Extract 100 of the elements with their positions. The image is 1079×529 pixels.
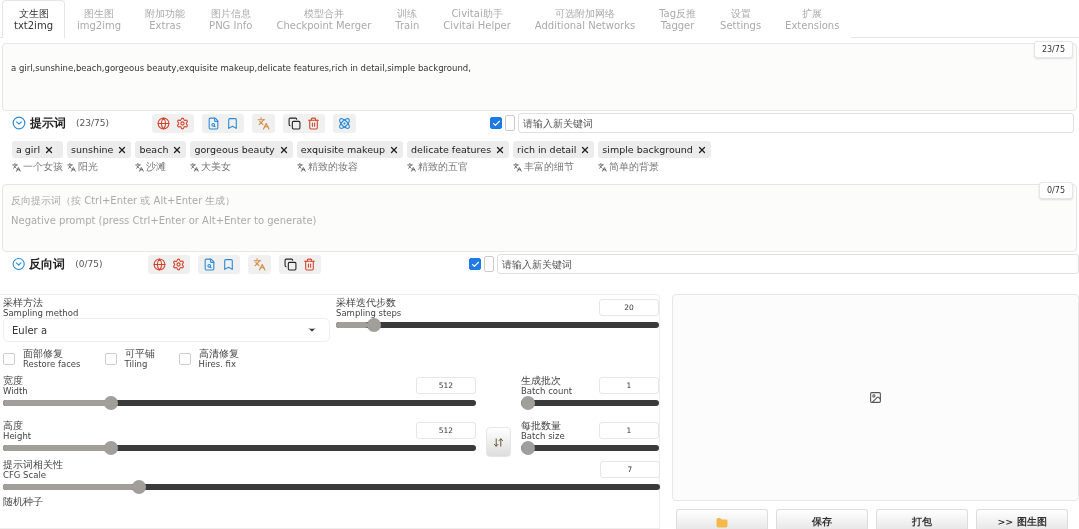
token-counter: 23/75 [1033, 41, 1073, 58]
translate-icon[interactable] [257, 116, 270, 130]
copy-icon[interactable] [288, 116, 301, 130]
field-sublabel: Batch count [521, 386, 573, 396]
tag-translation: 精致的五官 [418, 160, 469, 174]
bookmark-icon[interactable] [222, 257, 235, 271]
translate-icon [296, 162, 306, 172]
field-sublabel: Batch size [521, 431, 565, 441]
field-label: 高度 [3, 420, 24, 431]
keyword-field[interactable]: 请输入新关键词 [518, 113, 1074, 133]
file-search-icon[interactable] [203, 257, 216, 271]
settings-icon[interactable] [172, 257, 185, 271]
keyword-tag[interactable]: simple background [598, 141, 711, 158]
close-icon[interactable] [278, 144, 289, 155]
bracket-icon [484, 256, 494, 272]
swap-icon [493, 436, 504, 448]
checkbox[interactable] [3, 352, 15, 365]
checkbox[interactable] [178, 352, 191, 365]
token-count: (0/75) [75, 259, 104, 269]
field-label: 可平铺 [124, 348, 155, 359]
close-icon[interactable] [172, 144, 183, 155]
swap-button[interactable] [486, 427, 511, 457]
close-icon[interactable] [580, 144, 591, 155]
field-label: 提示词相关性 [3, 459, 63, 470]
trash-icon[interactable] [307, 116, 320, 130]
translate-icon [135, 162, 145, 172]
keyword-tag[interactable]: rich in detail [513, 141, 595, 158]
translate-icon [12, 162, 21, 172]
token-count: (23/75) [76, 118, 110, 128]
slider-fill [336, 322, 369, 328]
tag-translation: 丰富的细节 [524, 160, 575, 174]
field-label: 宽度 [3, 375, 24, 386]
translate-icon [598, 162, 608, 172]
token-counter: 0/75 [1039, 182, 1073, 199]
toolbar-title: 反向词 [29, 255, 66, 273]
slider-thumb[interactable] [521, 396, 535, 410]
output-button[interactable]: 打包 [876, 509, 968, 529]
caret-icon [307, 325, 317, 335]
tag-translation: 精致的妆容 [307, 160, 358, 174]
translate-icon[interactable] [253, 257, 266, 271]
copy-icon[interactable] [284, 257, 297, 271]
translate-icon [407, 162, 417, 172]
slider-thumb[interactable] [103, 396, 118, 410]
keyword-field[interactable]: 请输入新关键词 [497, 254, 1079, 274]
output-button[interactable]: >> 图生图 [976, 509, 1068, 529]
field-sublabel: Width [3, 386, 28, 396]
tag-translation: 大美女 [201, 160, 232, 174]
field-label: 生成批次 [521, 375, 562, 386]
slider-thumb[interactable] [103, 441, 118, 455]
field-label: 面部修复 [23, 348, 64, 359]
keyword-tag[interactable]: gorgeous beauty [190, 141, 293, 158]
close-icon[interactable] [495, 144, 506, 155]
checkbox[interactable] [490, 117, 502, 129]
close-icon[interactable] [696, 144, 707, 155]
keyword-tag[interactable]: a girl [12, 141, 63, 158]
tab[interactable]: 文生图 txt2img [2, 0, 65, 38]
field-sublabel: Sampling method [3, 308, 80, 318]
translate-icon [67, 162, 76, 172]
keyword-tag[interactable]: delicate features [407, 141, 510, 158]
keyword-tag[interactable]: exquisite makeup [296, 141, 404, 158]
field-sublabel: Sampling steps [336, 308, 402, 318]
globe-icon[interactable] [153, 257, 166, 271]
field-label: 每批数量 [521, 420, 562, 431]
file-search-icon[interactable] [207, 116, 220, 130]
field-sublabel: Tiling [124, 359, 149, 369]
checkbox[interactable] [469, 258, 481, 270]
sampling-dropdown[interactable]: Euler a [3, 318, 330, 342]
collapse-icon[interactable] [12, 116, 26, 130]
settings-icon[interactable] [176, 116, 189, 130]
output-button[interactable]: 保存 [776, 509, 868, 529]
field-label: 采样方法 [3, 297, 44, 308]
checkbox[interactable] [104, 352, 117, 365]
keyword-tag[interactable]: sunshine [67, 141, 132, 158]
collapse-icon[interactable] [12, 257, 26, 271]
globe-icon[interactable] [157, 116, 170, 130]
field-sublabel: Height [3, 431, 32, 441]
keyword-tag[interactable]: beach [135, 141, 187, 158]
translate-icon [190, 162, 200, 172]
close-icon[interactable] [389, 144, 400, 155]
field-label: 高清修复 [198, 348, 239, 359]
trash-icon[interactable] [303, 257, 316, 271]
tag-translation: 阳光 [78, 160, 98, 174]
atom-icon[interactable] [338, 116, 351, 130]
image-icon [869, 391, 882, 404]
close-icon[interactable] [117, 144, 128, 155]
tag-translation: 一个女孩 [23, 160, 63, 174]
translate-icon [513, 162, 523, 172]
field-sublabel: Hires. fix [198, 359, 237, 369]
field-label: 随机种子 [3, 496, 44, 507]
slider-thumb[interactable] [131, 480, 146, 494]
folder-icon [716, 517, 728, 529]
field-sublabel: Restore faces [23, 359, 81, 369]
slider-thumb[interactable] [521, 441, 535, 455]
tag-translation: 沙滩 [146, 160, 167, 174]
field-label: 采样迭代步数 [336, 297, 397, 308]
toolbar-title: 提示词 [30, 114, 66, 132]
close-icon[interactable] [44, 144, 55, 155]
field-sublabel: CFG Scale [3, 470, 47, 480]
bookmark-icon[interactable] [226, 116, 239, 130]
slider-thumb[interactable] [366, 318, 381, 332]
